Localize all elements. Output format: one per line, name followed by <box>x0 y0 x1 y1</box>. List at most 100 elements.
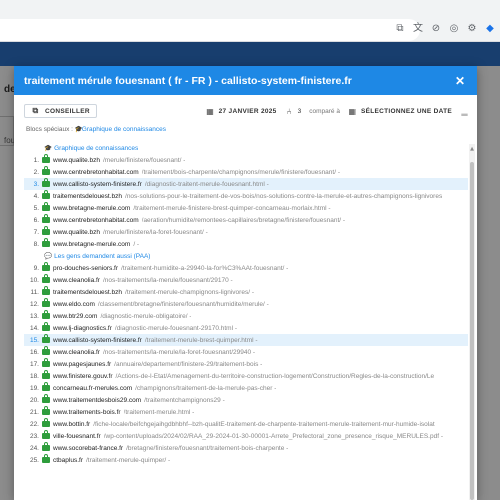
result-domain[interactable]: www.traitementdesbois29.com <box>53 397 141 404</box>
serp-result-row[interactable]: 2. www.centrebretonhabitat.com/traitement… <box>24 166 468 178</box>
result-rank: 1. <box>33 156 39 164</box>
result-domain[interactable]: www.btr29.com <box>53 313 97 320</box>
eye-slash-icon[interactable]: ⊘ <box>430 23 442 35</box>
result-domain[interactable]: www.callisto-system-finistere.fr <box>53 181 142 188</box>
serp-result-row[interactable]: 9. pro-douches-seniors.fr/traitement-humi… <box>24 262 468 274</box>
result-domain[interactable]: www.qualite.bzh <box>53 229 100 236</box>
result-path[interactable]: /aeration/humidite/remontees-capillaires… <box>142 217 345 224</box>
result-domain[interactable]: www.cleanolia.fr <box>53 349 100 356</box>
result-domain[interactable]: ville-fouesnant.fr <box>53 433 101 440</box>
serp-result-row[interactable]: 20. www.traitementdesbois29.com/traitemen… <box>24 394 468 406</box>
result-domain[interactable]: traitementsdelouest.bzh <box>53 289 122 296</box>
result-rank: 7. <box>33 228 39 236</box>
result-rank: 13. <box>29 312 39 320</box>
serp-result-row[interactable]: 25. ctbaplus.fr/traitement-merule-quimper… <box>24 454 468 466</box>
serp-result-row[interactable]: 21. www.traitements-bois.fr/traitement-me… <box>24 406 468 418</box>
result-path[interactable]: /diagnostic-merule-obligatoire/ - <box>100 313 191 320</box>
extension-icon[interactable]: ◆ <box>484 23 496 35</box>
result-path[interactable]: /traitement-merule-brest-quimper.html - <box>145 337 258 344</box>
serp-result-row[interactable]: 24. www.socorebat-france.fr/bretagne/fini… <box>24 442 468 454</box>
date-picker[interactable]: ▦ 27 JANVIER 2025 <box>206 107 277 116</box>
result-domain[interactable]: concarneau.fr-merules.com <box>53 385 132 392</box>
result-path[interactable]: /classement/bretagne/finistere/fouesnant… <box>98 301 269 308</box>
result-path[interactable]: /champignons/traitement-de-la-merule-pas… <box>135 385 276 392</box>
hierarchy-icon: ⑃ <box>286 106 292 116</box>
chart-button[interactable]: ▂ <box>460 107 469 116</box>
result-path[interactable]: /traitement/bois-charpente/champignons/m… <box>142 169 340 176</box>
scrollbar[interactable]: ▲ <box>469 144 475 500</box>
serp-result-row[interactable]: 12. www.eldo.com/classement/bretagne/fini… <box>24 298 468 310</box>
address-bar[interactable] <box>0 19 420 41</box>
result-domain[interactable]: pro-douches-seniors.fr <box>53 265 118 272</box>
result-path[interactable]: /diagnostic-merule-fouesnant-29170.html … <box>115 325 237 332</box>
serp-modal: traitement mérule fouesnant ( fr - FR ) … <box>14 66 477 500</box>
serp-result-row[interactable]: 13. www.btr29.com/diagnostic-merule-oblig… <box>24 310 468 322</box>
result-path[interactable]: /diagnostic-traitent-merule-fouesnant.ht… <box>145 181 269 188</box>
serp-result-row[interactable]: 4. traitementsdelouest.bzh/nos-solutions-… <box>24 190 468 202</box>
result-domain[interactable]: www.finistere.gouv.fr <box>53 373 112 380</box>
result-domain[interactable]: www.lj-diagnostics.fr <box>53 325 112 332</box>
serp-result-row[interactable]: 15. www.callisto-system-finistere.fr/trai… <box>24 334 468 346</box>
result-path[interactable]: /traitement-merule-champignons-lignivore… <box>125 289 254 296</box>
serp-result-row[interactable]: 1. www.qualite.bzh/merule/finistere/foues… <box>24 154 468 166</box>
result-domain[interactable]: www.cleanolia.fr <box>53 277 100 284</box>
result-path[interactable]: /fiche-locale/beifchgejaihgdbhbhf--bzh-q… <box>93 421 434 428</box>
result-path[interactable]: /Actions-de-l-Etat/Amenagement-du-territ… <box>115 373 434 380</box>
serp-result-row[interactable]: 14. www.lj-diagnostics.fr/diagnostic-meru… <box>24 322 468 334</box>
result-domain[interactable]: www.callisto-system-finistere.fr <box>53 337 142 344</box>
result-domain[interactable]: traitementsdelouest.bzh <box>53 193 122 200</box>
serp-result-row[interactable]: 22. www.bottin.fr/fiche-locale/beifchgeja… <box>24 418 468 430</box>
scrollbar-thumb[interactable] <box>470 162 474 500</box>
settings-icon[interactable]: ⚙ <box>466 23 478 35</box>
result-path[interactable]: / - <box>133 241 139 248</box>
result-domain[interactable]: www.qualite.bzh <box>53 157 100 164</box>
result-path[interactable]: /traitement-humidite-a-29940-la-for%C3%A… <box>121 265 288 272</box>
serp-result-row[interactable]: 23. ville-fouesnant.fr/wp-content/uploads… <box>24 430 468 442</box>
result-domain[interactable]: www.centrebretonhabitat.com <box>53 169 139 176</box>
eye-off-icon[interactable]: ◎ <box>448 23 460 35</box>
serp-result-row[interactable]: 5. www.bretagne-merule.com/traitement-mer… <box>24 202 468 214</box>
scroll-up-arrow-icon[interactable]: ▲ <box>469 146 475 152</box>
close-icon[interactable]: ✕ <box>453 74 467 88</box>
serp-result-row[interactable]: 7. www.qualite.bzh/merule/finistere/la-fo… <box>24 226 468 238</box>
lock-icon <box>42 370 50 379</box>
result-domain[interactable]: www.bretagne-merule.com <box>53 205 130 212</box>
result-domain[interactable]: www.bretagne-merule.com <box>53 241 130 248</box>
result-path[interactable]: /merule/finistere/fouesnant/ - <box>103 157 185 164</box>
result-path[interactable]: /nos-traitements/la-merule/la-foret-foue… <box>103 349 255 356</box>
compare-date-picker[interactable]: ▦ SÉLECTIONNEZ UNE DATE <box>348 107 452 116</box>
serp-result-row[interactable]: 17. www.pagesjaunes.fr/annuaire/departeme… <box>24 358 468 370</box>
result-domain[interactable]: www.eldo.com <box>53 301 95 308</box>
result-path[interactable]: /nos-traitements/la-merule/fouesnant/291… <box>103 277 233 284</box>
result-path[interactable]: /traitement-merule-quimper/ - <box>86 457 170 464</box>
serp-result-row[interactable]: 3. www.callisto-system-finistere.fr/diagn… <box>24 178 468 190</box>
result-path[interactable]: /nos-solutions-pour-le-traitement-de-vos… <box>125 193 442 200</box>
result-domain[interactable]: www.bottin.fr <box>53 421 90 428</box>
translate-icon[interactable]: 文 <box>412 23 424 35</box>
result-domain[interactable]: www.pagesjaunes.fr <box>53 361 111 368</box>
result-path[interactable]: /traitement-merule.html - <box>124 409 195 416</box>
result-domain[interactable]: ctbaplus.fr <box>53 457 83 464</box>
serp-result-row[interactable]: 8. www.bretagne-merule.com / - <box>24 238 468 250</box>
serp-result-row[interactable]: 6. www.centrebretonhabitat.com/aeration/h… <box>24 214 468 226</box>
conseiller-button[interactable]: ⧉ CONSEILLER <box>24 104 97 118</box>
serp-result-row[interactable]: 16. www.cleanolia.fr/nos-traitements/la-m… <box>24 346 468 358</box>
screenshot-icon[interactable]: ⧉ <box>394 23 406 35</box>
result-path[interactable]: /bretagne/finistere/fouesnant/traitement… <box>126 445 288 452</box>
result-domain[interactable]: www.socorebat-france.fr <box>53 445 123 452</box>
lock-icon <box>42 334 50 343</box>
special-blocks-line: Blocs spéciaux : 🎓Graphique de connaissa… <box>26 125 166 133</box>
serp-result-row[interactable]: 10. www.cleanolia.fr/nos-traitements/la-m… <box>24 274 468 286</box>
result-path[interactable]: /traitementchampignons29 - <box>144 397 225 404</box>
serp-result-row[interactable]: 11. traitementsdelouest.bzh/traitement-me… <box>24 286 468 298</box>
result-path[interactable]: /traitement-merule-finistere-brest-quimp… <box>133 205 330 212</box>
serp-result-row[interactable]: 19. concarneau.fr-merules.com/champignons… <box>24 382 468 394</box>
lock-icon <box>42 286 50 295</box>
result-path[interactable]: /merule/finistere/la-foret-fouesnant/ - <box>103 229 208 236</box>
result-domain[interactable]: www.traitements-bois.fr <box>53 409 121 416</box>
serp-result-row[interactable]: 18. www.finistere.gouv.fr/Actions-de-l-Et… <box>24 370 468 382</box>
result-path[interactable]: /wp-content/uploads/2024/02/RAA_29-2024-… <box>104 433 443 440</box>
knowledge-graph-link[interactable]: 🎓Graphique de connaissances <box>75 125 166 133</box>
result-domain[interactable]: www.centrebretonhabitat.com <box>53 217 139 224</box>
result-path[interactable]: /annuaire/departement/finistere-29/trait… <box>114 361 262 368</box>
